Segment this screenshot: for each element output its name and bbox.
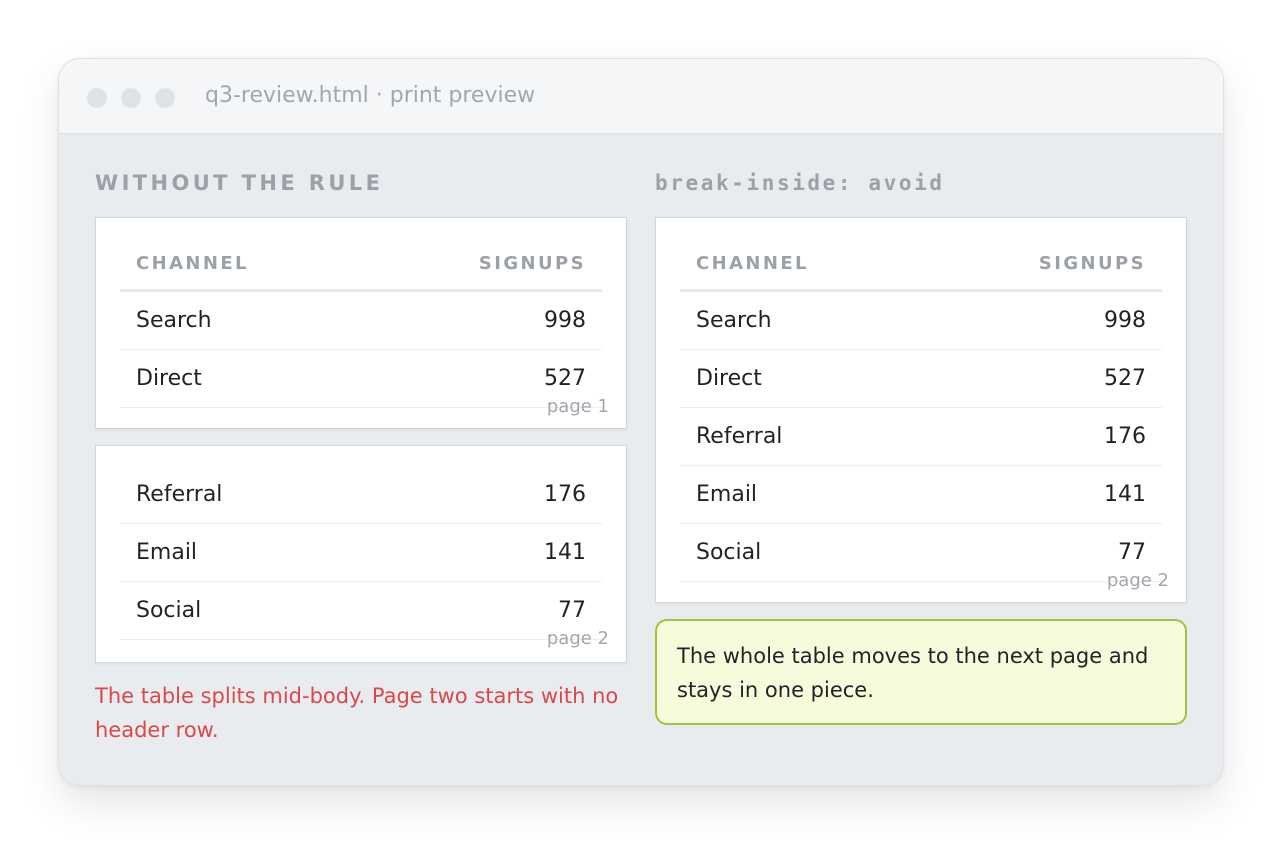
table-row: Social 77 <box>680 524 1162 582</box>
signups-cell: 141 <box>1104 482 1146 507</box>
table-row: Search 998 <box>680 292 1162 350</box>
table-header-row: CHANNEL SIGNUPS <box>680 247 1162 292</box>
signups-cell: 77 <box>1118 540 1146 565</box>
channel-cell: Referral <box>136 482 223 507</box>
table-row: Referral 176 <box>120 466 602 524</box>
preview-window: q3-review.html · print preview WITHOUT T… <box>58 58 1224 786</box>
signups-cell: 998 <box>544 308 586 333</box>
left-column-heading: WITHOUT THE RULE <box>95 171 384 195</box>
close-window-icon[interactable] <box>87 88 107 108</box>
channel-cell: Search <box>136 308 212 333</box>
split-warning-note: The table splits mid-body. Page two star… <box>95 684 619 742</box>
left-page-2: Referral 176 Email 141 Social 77 page 2 <box>95 445 627 663</box>
table-row: Referral 176 <box>680 408 1162 466</box>
right-page: CHANNEL SIGNUPS Search 998 Direct 527 Re… <box>655 217 1187 603</box>
channel-cell: Direct <box>696 366 762 391</box>
table-row: Email 141 <box>120 524 602 582</box>
success-callout: The whole table moves to the next page a… <box>655 619 1187 725</box>
channel-cell: Email <box>696 482 758 507</box>
header-channel: CHANNEL <box>136 253 249 274</box>
signups-cell: 141 <box>544 540 586 565</box>
signups-cell: 176 <box>1104 424 1146 449</box>
table-row: Email 141 <box>680 466 1162 524</box>
table-row: Direct 527 <box>680 350 1162 408</box>
header-channel: CHANNEL <box>696 253 809 274</box>
channel-cell: Email <box>136 540 198 565</box>
signups-cell: 527 <box>1104 366 1146 391</box>
left-page-1: CHANNEL SIGNUPS Search 998 Direct 527 pa… <box>95 217 627 429</box>
window-title: q3-review.html · print preview <box>205 83 536 108</box>
title-bar: q3-review.html · print preview <box>59 59 1223 134</box>
page-label: page 1 <box>546 396 609 417</box>
table-header-row: CHANNEL SIGNUPS <box>120 247 602 292</box>
channel-cell: Social <box>136 598 202 623</box>
signups-cell: 527 <box>544 366 586 391</box>
channel-cell: Social <box>696 540 762 565</box>
page-label: page 2 <box>1106 570 1169 591</box>
signups-cell: 998 <box>1104 308 1146 333</box>
table-row: Search 998 <box>120 292 602 350</box>
channel-cell: Referral <box>696 424 783 449</box>
maximize-window-icon[interactable] <box>155 88 175 108</box>
channel-cell: Search <box>696 308 772 333</box>
minimize-window-icon[interactable] <box>121 88 141 108</box>
page-label: page 2 <box>546 628 609 649</box>
header-signups: SIGNUPS <box>1038 253 1146 274</box>
channel-cell: Direct <box>136 366 202 391</box>
table-row: Direct 527 <box>120 350 602 408</box>
signups-cell: 77 <box>558 598 586 623</box>
right-column-heading: break-inside: avoid <box>655 171 945 195</box>
header-signups: SIGNUPS <box>478 253 586 274</box>
signups-cell: 176 <box>544 482 586 507</box>
table-row: Social 77 <box>120 582 602 640</box>
